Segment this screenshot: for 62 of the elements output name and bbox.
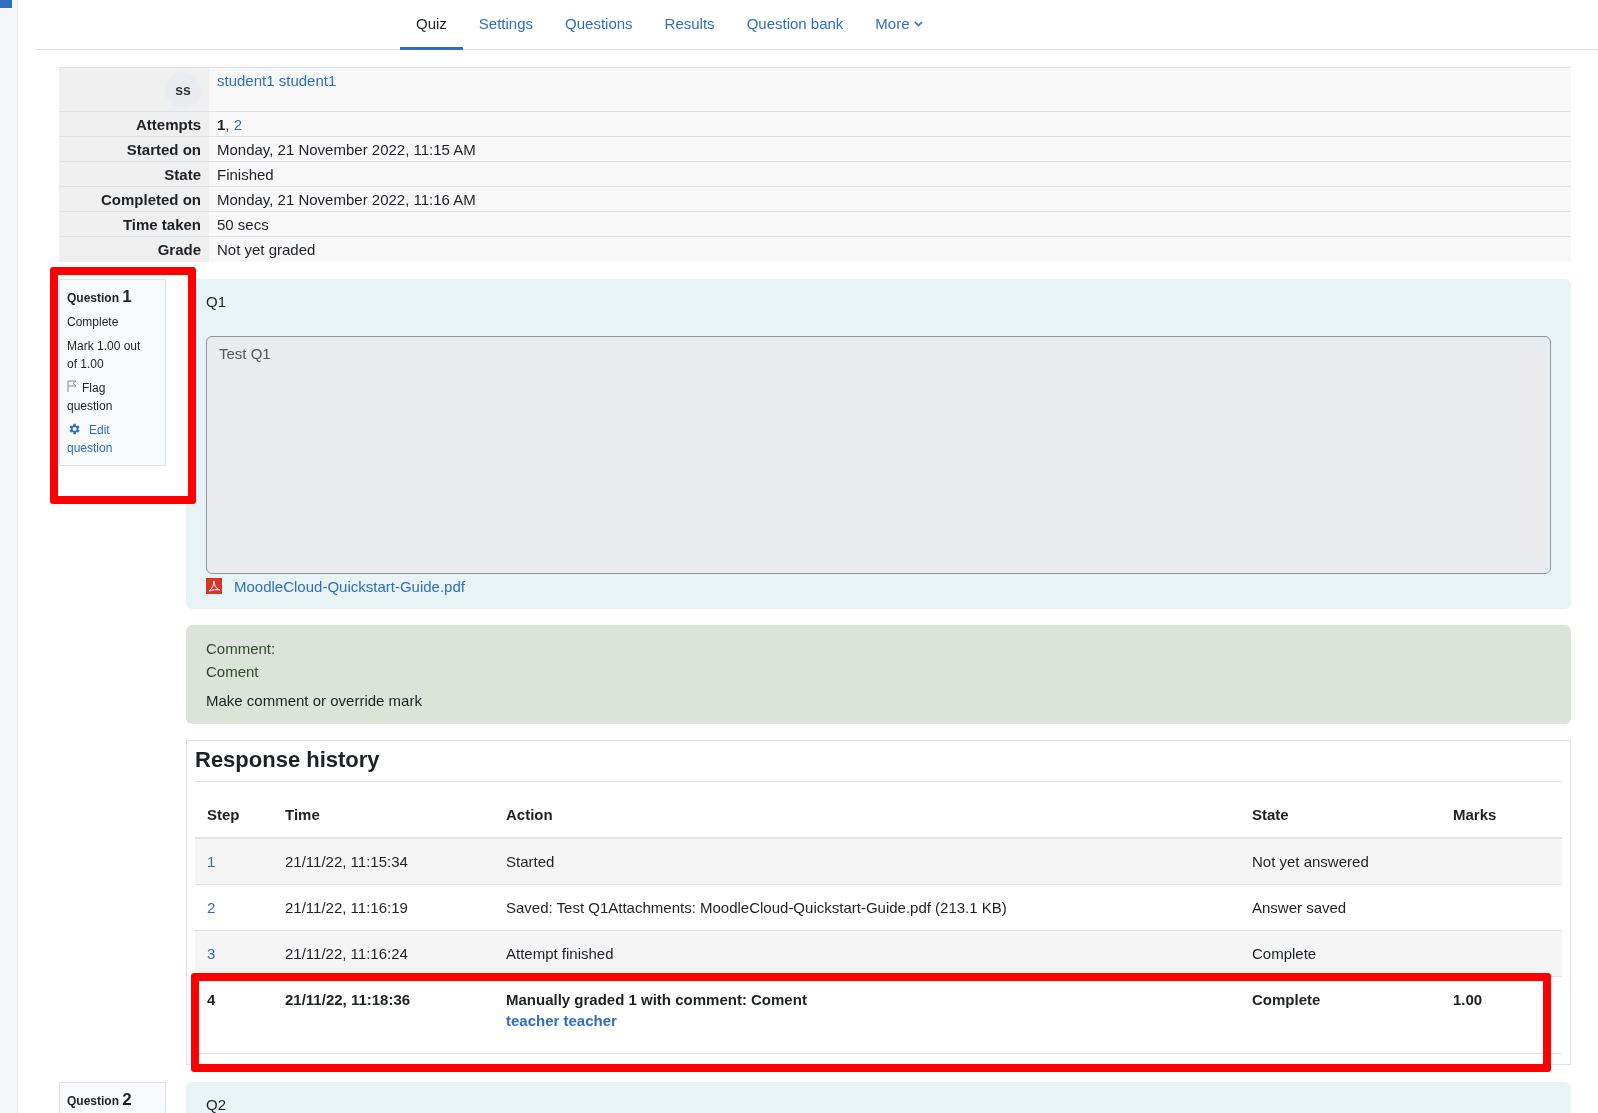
answer-field[interactable]: Test Q1: [206, 335, 1551, 574]
step-link[interactable]: 2: [207, 898, 216, 916]
pdf-icon: [206, 578, 222, 594]
nav-tab[interactable]: Settings: [462, 0, 550, 50]
marks-cell: 1.00: [1453, 990, 1483, 1008]
flag-question-link[interactable]: Flag question: [67, 378, 151, 415]
caret-icon: [913, 20, 923, 27]
row-label: Completed on: [59, 186, 209, 212]
attachment-link[interactable]: MoodleCloud-Quickstart-Guide.pdf: [234, 577, 465, 595]
row-value: Monday, 21 November 2022, 11:16 AM: [209, 186, 1571, 212]
step-link[interactable]: 3: [207, 944, 216, 962]
question-text: Q2: [206, 1095, 226, 1113]
nav-tab[interactable]: Quiz: [400, 0, 463, 50]
question-number: Question 1: [67, 287, 133, 307]
row-value: Finished: [209, 161, 1571, 187]
row-label: State: [59, 161, 209, 187]
question-number: Question 2: [67, 1090, 133, 1110]
action-cell-text: Manually graded 1 with comment: Coment: [506, 990, 808, 1008]
row-label: Time taken: [59, 211, 209, 237]
time-cell: 21/11/22, 11:18:36: [285, 990, 411, 1008]
comment-text: Coment: [206, 661, 260, 682]
state-cell: Complete: [1252, 944, 1317, 962]
user-link[interactable]: student1 student1: [217, 72, 337, 89]
comment-override-link[interactable]: Make comment or override mark: [206, 688, 1551, 712]
column-header: Marks: [1441, 791, 1562, 838]
row-value: 50 secs: [209, 211, 1571, 237]
action-cell-text: Started: [506, 852, 556, 870]
state-cell: Complete: [1252, 990, 1321, 1008]
nav-tab[interactable]: Question bank: [730, 0, 860, 50]
attempt-link[interactable]: 2: [233, 115, 243, 133]
row-value: Monday, 21 November 2022, 11:15 AM: [209, 136, 1571, 162]
time-cell: 21/11/22, 11:16:24: [285, 944, 408, 962]
column-header: Step: [195, 791, 273, 838]
state-cell: Answer saved: [1252, 898, 1347, 916]
gear-icon: [67, 421, 81, 436]
flag-icon: [67, 379, 77, 392]
comment-label: Comment:: [206, 638, 277, 659]
step-link[interactable]: 1: [207, 852, 216, 870]
row-label: Started on: [59, 136, 209, 162]
question-mark: Mark 1.00 out of 1.00: [67, 337, 142, 373]
nav-tab[interactable]: Results: [648, 0, 731, 50]
time-cell: 21/11/22, 11:15:34: [285, 852, 408, 870]
nav-tab[interactable]: Questions: [549, 0, 649, 50]
column-header: Time: [273, 791, 494, 838]
column-header: Action: [494, 791, 1240, 838]
time-cell: 21/11/22, 11:16:19: [285, 898, 408, 916]
section-heading: Response history: [195, 746, 1562, 782]
row-label: Grade: [59, 236, 209, 262]
user-link[interactable]: teacher teacher: [506, 1011, 1228, 1029]
column-header: State: [1240, 791, 1441, 838]
user-avatar: ss: [165, 72, 201, 108]
state-cell: Not yet answered: [1252, 852, 1369, 870]
separator: ,: [225, 115, 231, 133]
action-cell-text: Saved: Test Q1Attachments: MoodleCloud-Quickstart-Guide.pdf (213.1 KB): [506, 898, 1008, 916]
action-cell-text: Attempt finished: [506, 944, 615, 962]
step-number: 4: [207, 990, 216, 1008]
nav-tab[interactable]: More: [859, 0, 939, 50]
row-value: Not yet graded: [209, 236, 1571, 262]
question-status: Complete: [67, 313, 120, 331]
question-text: Q1: [206, 292, 227, 310]
edit-question-link[interactable]: Edit question: [67, 420, 151, 457]
row-label: Attempts: [59, 111, 209, 137]
